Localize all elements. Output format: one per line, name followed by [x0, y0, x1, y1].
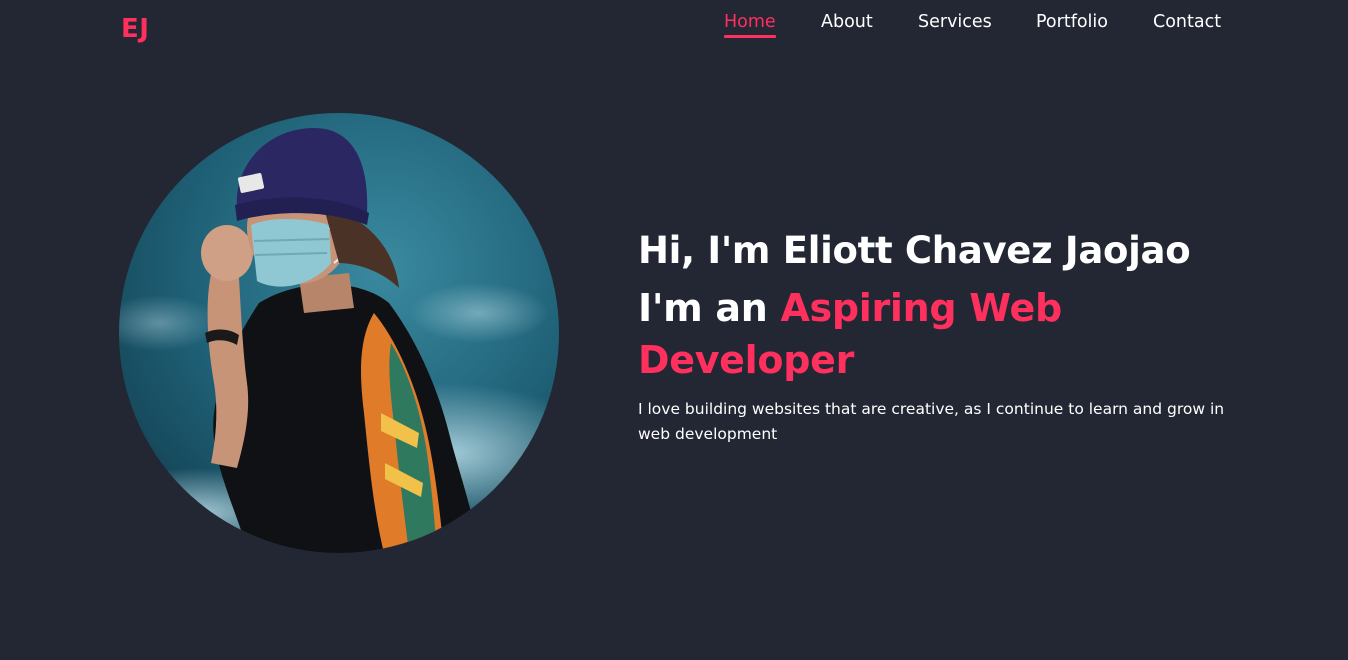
nav-about-link[interactable]: About: [821, 10, 873, 34]
hero-description: I love building websites that are creati…: [638, 400, 1225, 443]
nav-home-link[interactable]: Home: [724, 10, 776, 38]
profile-photo: [119, 113, 559, 553]
hero-role: I'm an Aspiring Web Developer: [638, 282, 1108, 386]
main-nav: Home About Services Portfolio Contact: [0, 10, 1348, 40]
hero-role-prefix: I'm an: [638, 286, 768, 330]
hero-greeting: Hi, I'm Eliott Chavez Jaojao: [638, 229, 1191, 272]
profile-photo-illustration: [119, 113, 559, 553]
nav-services-link[interactable]: Services: [918, 10, 992, 34]
page: EJ Home About Services Portfolio Contact: [0, 0, 1348, 660]
nav-contact-link[interactable]: Contact: [1153, 10, 1221, 34]
hero-section: Hi, I'm Eliott Chavez Jaojao I'm an Aspi…: [638, 224, 1258, 447]
nav-portfolio-link[interactable]: Portfolio: [1036, 10, 1108, 34]
